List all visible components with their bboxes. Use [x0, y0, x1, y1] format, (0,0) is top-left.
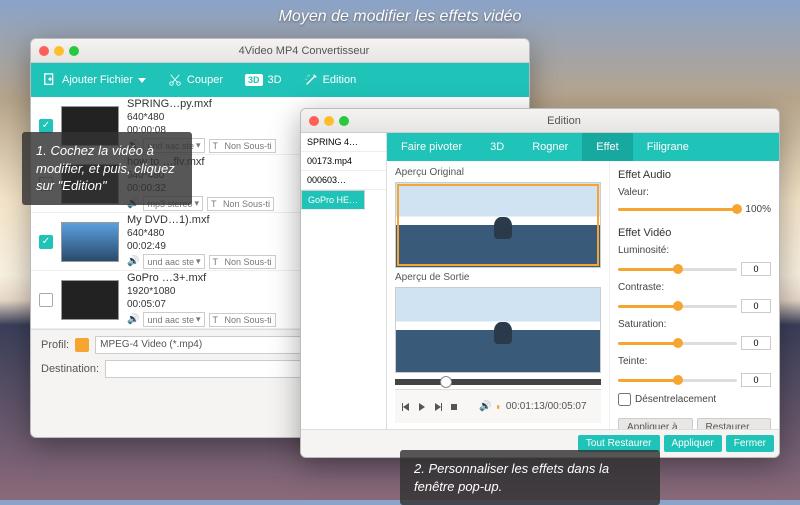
speaker-icon: 🔊	[127, 314, 139, 325]
close-button[interactable]: Fermer	[726, 435, 774, 452]
add-file-label: Ajouter Fichier	[62, 74, 133, 86]
tab-effect[interactable]: Effet	[582, 133, 632, 161]
file-plus-icon	[43, 73, 57, 87]
three-d-button[interactable]: 3D 3D	[241, 72, 286, 88]
tab-rotate[interactable]: Faire pivoter	[387, 133, 476, 161]
list-item[interactable]: 00173.mp4	[301, 152, 386, 171]
speaker-icon: 🔊	[127, 256, 139, 267]
output-preview-label: Aperçu de Sortie	[395, 272, 601, 283]
zoom-icon[interactable]	[339, 116, 349, 126]
seek-bar[interactable]	[395, 379, 601, 385]
tab-watermark[interactable]: Filigrane	[633, 133, 703, 161]
edition-file-list: SPRING 4… 00173.mp4 000603… GoPro HE…	[301, 133, 387, 429]
stop-icon[interactable]	[449, 402, 459, 412]
contrast-slider[interactable]	[618, 305, 737, 308]
zoom-icon[interactable]	[69, 46, 79, 56]
list-item[interactable]: SPRING 4…	[301, 133, 386, 152]
cut-label: Couper	[187, 74, 223, 86]
subtitle-select[interactable]: T Non Sous-ti	[207, 197, 274, 211]
brightness-label: Luminosité:	[618, 245, 674, 256]
saturation-label: Saturation:	[618, 319, 674, 330]
tip-1: 1. Cochez la vidéo à modifier, et puis, …	[22, 132, 192, 205]
play-icon[interactable]	[417, 402, 427, 412]
file-checkbox[interactable]: ✓	[39, 119, 53, 133]
preview-pane: Aperçu Original Aperçu de Sortie 🔊	[387, 161, 609, 429]
chevron-down-icon	[138, 78, 146, 83]
audio-value-pct: 100%	[745, 204, 771, 215]
main-titlebar: 4Video MP4 Convertisseur	[31, 39, 529, 63]
restore-default-button[interactable]: Restaurer par défaut	[697, 418, 772, 429]
volume-icon[interactable]: 🔊	[479, 401, 491, 412]
deinterlace-checkbox[interactable]	[618, 393, 631, 406]
saturation-input[interactable]	[741, 336, 771, 350]
audio-value-slider[interactable]	[618, 208, 741, 211]
destination-label: Destination:	[41, 363, 99, 375]
file-checkbox[interactable]	[39, 293, 53, 307]
main-window-title: 4Video MP4 Convertisseur	[87, 45, 521, 57]
close-icon[interactable]	[309, 116, 319, 126]
file-thumbnail	[61, 280, 119, 320]
edition-tabs: Faire pivoter 3D Rogner Effet Filigrane	[387, 133, 779, 161]
mp4-icon	[75, 338, 89, 352]
tab-three-d[interactable]: 3D	[476, 133, 518, 161]
video-effect-title: Effet Vidéo	[618, 227, 771, 239]
tint-label: Teinte:	[618, 356, 674, 367]
tint-input[interactable]	[741, 373, 771, 387]
cut-button[interactable]: Couper	[164, 71, 227, 89]
original-preview	[395, 182, 601, 268]
volume-slider[interactable]	[497, 405, 499, 409]
list-item[interactable]: 000603…	[301, 171, 386, 190]
audio-effect-title: Effet Audio	[618, 169, 771, 181]
apply-button[interactable]: Appliquer	[664, 435, 722, 452]
effects-panel: Effet Audio Valeur: 100% Effet Vidéo Lum…	[609, 161, 779, 429]
tip-2: 2. Personnaliser les effets dans la fenê…	[400, 450, 660, 505]
edition-window-title: Edition	[357, 115, 771, 127]
brightness-input[interactable]	[741, 262, 771, 276]
tint-slider[interactable]	[618, 379, 737, 382]
file-thumbnail	[61, 222, 119, 262]
deinterlace-row[interactable]: Désentrelacement	[618, 393, 771, 406]
edition-button[interactable]: Edition	[300, 71, 361, 89]
page-heading: Moyen de modifier les effets vidéo	[0, 8, 800, 26]
output-preview	[395, 287, 601, 373]
deinterlace-label: Désentrelacement	[635, 394, 716, 405]
edition-label: Edition	[323, 74, 357, 86]
three-d-icon: 3D	[245, 74, 263, 86]
main-toolbar: Ajouter Fichier Couper 3D 3D Edition	[31, 63, 529, 97]
edition-window: Edition SPRING 4… 00173.mp4 000603… GoPr…	[300, 108, 780, 458]
audio-select[interactable]: und aac ste ▾	[143, 254, 204, 269]
subtitle-select[interactable]: T Non Sous-ti	[209, 139, 276, 153]
saturation-slider[interactable]	[618, 342, 737, 345]
subtitle-select[interactable]: T Non Sous-ti	[209, 255, 276, 269]
player-controls: 🔊 00:01:13/00:05:07	[395, 389, 601, 423]
list-item[interactable]: GoPro HE…	[301, 190, 365, 210]
minimize-icon[interactable]	[54, 46, 64, 56]
contrast-label: Contraste:	[618, 282, 674, 293]
file-checkbox[interactable]: ✓	[39, 235, 53, 249]
scissors-icon	[168, 73, 182, 87]
value-label: Valeur:	[618, 187, 674, 198]
add-file-button[interactable]: Ajouter Fichier	[39, 71, 150, 89]
original-preview-label: Aperçu Original	[395, 167, 601, 178]
minimize-icon[interactable]	[324, 116, 334, 126]
close-icon[interactable]	[39, 46, 49, 56]
timecode: 00:01:13/00:05:07	[506, 401, 587, 412]
brightness-slider[interactable]	[618, 268, 737, 271]
subtitle-select[interactable]: T Non Sous-ti	[209, 313, 276, 327]
seek-knob[interactable]	[440, 376, 452, 388]
wand-icon	[304, 73, 318, 87]
audio-select[interactable]: und aac ste ▾	[143, 312, 204, 327]
apply-all-button[interactable]: Appliquer à tous	[618, 418, 693, 429]
profile-label: Profil:	[41, 339, 69, 351]
contrast-input[interactable]	[741, 299, 771, 313]
next-icon[interactable]	[433, 402, 443, 412]
edition-titlebar: Edition	[301, 109, 779, 133]
three-d-label: 3D	[268, 74, 282, 86]
tab-crop[interactable]: Rogner	[518, 133, 582, 161]
prev-icon[interactable]	[401, 402, 411, 412]
